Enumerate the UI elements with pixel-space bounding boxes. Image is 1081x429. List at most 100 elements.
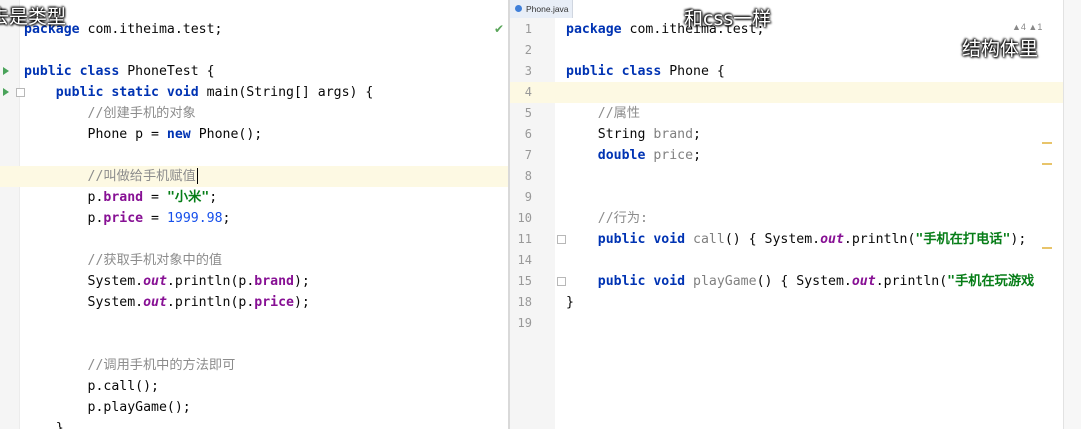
line-number: 15 — [517, 274, 532, 288]
code-token: System. — [24, 295, 144, 310]
run-class-icon[interactable] — [3, 67, 9, 75]
code-text: System.out.println(p.brand); — [24, 271, 310, 292]
fold-icon[interactable] — [557, 277, 566, 286]
code-line[interactable]: } — [0, 418, 509, 429]
code-token: Phone { — [661, 64, 725, 79]
code-line[interactable]: System.out.println(p.price); — [0, 292, 509, 313]
code-text: p.brand = "小米"; — [24, 187, 218, 208]
code-line[interactable]: p.price = 1999.98; — [0, 208, 509, 229]
code-token: new — [166, 127, 191, 142]
code-token: "小米" — [166, 190, 210, 205]
code-line[interactable]: 14 — [510, 250, 1063, 271]
code-line[interactable]: 18} — [510, 292, 1063, 313]
code-line[interactable]: 6 String brand; — [510, 124, 1063, 145]
left-editor-pane[interactable]: package com.itheima.test; public class Ph… — [0, 0, 509, 429]
code-token: "手机在打电话" — [915, 232, 1011, 247]
code-token: //获取手机对象中的值 — [24, 253, 223, 268]
line-number: 4 — [524, 85, 532, 99]
line-number: 14 — [517, 253, 532, 267]
code-line[interactable] — [0, 313, 509, 334]
code-line[interactable]: //叫做给手机赋值 — [0, 166, 509, 187]
line-number: 8 — [524, 169, 532, 183]
code-token: .println( — [843, 232, 916, 247]
code-line[interactable] — [0, 145, 509, 166]
code-token: brand — [103, 190, 144, 205]
code-line[interactable] — [0, 229, 509, 250]
code-text: //获取手机对象中的值 — [24, 250, 223, 271]
code-token: p.call(); — [24, 379, 159, 394]
code-token: .println(p. — [166, 274, 255, 289]
fold-icon[interactable] — [16, 88, 25, 97]
code-line[interactable]: //获取手机对象中的值 — [0, 250, 509, 271]
code-line[interactable]: 4 — [510, 82, 1063, 103]
code-token: public void — [566, 232, 686, 247]
code-line[interactable]: //调用手机中的方法即可 — [0, 355, 509, 376]
code-line[interactable]: 5 //属性 — [510, 103, 1063, 124]
code-token: main(String[] args) { — [198, 85, 374, 100]
code-text: public class PhoneTest { — [24, 61, 215, 82]
change-marker — [1042, 247, 1052, 249]
code-line[interactable]: 11 public void call() { System.out.print… — [510, 229, 1063, 250]
code-token: ; — [222, 211, 231, 226]
code-line[interactable]: 10 //行为: — [510, 208, 1063, 229]
code-text: public static void main(String[] args) { — [24, 82, 374, 103]
code-line[interactable]: 7 double price; — [510, 145, 1063, 166]
code-line[interactable]: 15 public void playGame() { System.out.p… — [510, 271, 1063, 292]
code-text: String brand; — [566, 124, 701, 145]
line-number: 5 — [524, 106, 532, 120]
code-line[interactable] — [0, 334, 509, 355]
vertical-scrollbar[interactable] — [1063, 0, 1081, 429]
code-text: //行为: — [566, 208, 648, 229]
code-line[interactable]: 3 public class Phone { — [510, 61, 1063, 82]
run-main-icon[interactable] — [3, 88, 9, 96]
code-token: Phone p = — [24, 127, 167, 142]
code-token: .println(p. — [166, 295, 255, 310]
code-token: ; — [693, 148, 702, 163]
code-token: ; — [693, 127, 701, 142]
code-line[interactable]: p.brand = "小米"; — [0, 187, 509, 208]
code-token: .println( — [875, 274, 948, 289]
code-text: public class Phone { — [566, 61, 725, 82]
code-line[interactable]: 9 — [510, 187, 1063, 208]
fold-icon[interactable] — [557, 235, 566, 244]
line-number: 1 — [524, 22, 532, 36]
code-token: out — [143, 295, 167, 310]
code-line[interactable] — [0, 40, 509, 61]
code-token: p. — [24, 211, 104, 226]
code-token: //调用手机中的方法即可 — [24, 358, 236, 373]
line-number: 7 — [524, 148, 532, 162]
code-text: System.out.println(p.price); — [24, 292, 310, 313]
code-token: public void — [566, 274, 686, 289]
warning-count-badge[interactable]: ▲4 ▲1 — [1012, 22, 1042, 32]
tab-phone-java[interactable]: Phone.java — [510, 0, 573, 18]
code-token: price — [254, 295, 294, 310]
code-token: out — [143, 274, 167, 289]
code-line[interactable]: p.playGame(); — [0, 397, 509, 418]
code-line[interactable]: package com.itheima.test; — [0, 19, 509, 40]
change-marker — [1042, 163, 1052, 165]
line-number: 18 — [517, 295, 532, 309]
code-text: //调用手机中的方法即可 — [24, 355, 236, 376]
code-line[interactable]: 19 — [510, 313, 1063, 334]
java-class-icon — [515, 5, 522, 12]
code-line[interactable]: //创建手机的对象 — [0, 103, 509, 124]
code-line[interactable]: System.out.println(p.brand); — [0, 271, 509, 292]
code-text: //属性 — [566, 103, 640, 124]
line-number: 2 — [524, 43, 532, 57]
inspection-ok-icon: ✔ — [494, 22, 505, 36]
code-text: public void call() { System.out.println(… — [566, 229, 1027, 250]
code-token: p. — [24, 190, 104, 205]
code-text: public void playGame() { System.out.prin… — [566, 271, 1034, 292]
line-number: 9 — [524, 190, 532, 204]
code-line[interactable]: Phone p = new Phone(); — [0, 124, 509, 145]
right-editor-pane[interactable]: 1 package com.itheima.test; 2 3 public class… — [510, 0, 1063, 429]
code-line[interactable]: public class PhoneTest { — [0, 61, 509, 82]
code-line[interactable]: 8 — [510, 166, 1063, 187]
code-line[interactable]: public static void main(String[] args) { — [0, 82, 509, 103]
code-text: //叫做给手机赋值 — [24, 166, 198, 187]
code-line[interactable]: p.call(); — [0, 376, 509, 397]
code-token: System. — [24, 274, 144, 289]
code-token: = — [143, 211, 167, 226]
code-token: 1999.98 — [166, 211, 223, 226]
code-token: ); — [1010, 232, 1027, 247]
